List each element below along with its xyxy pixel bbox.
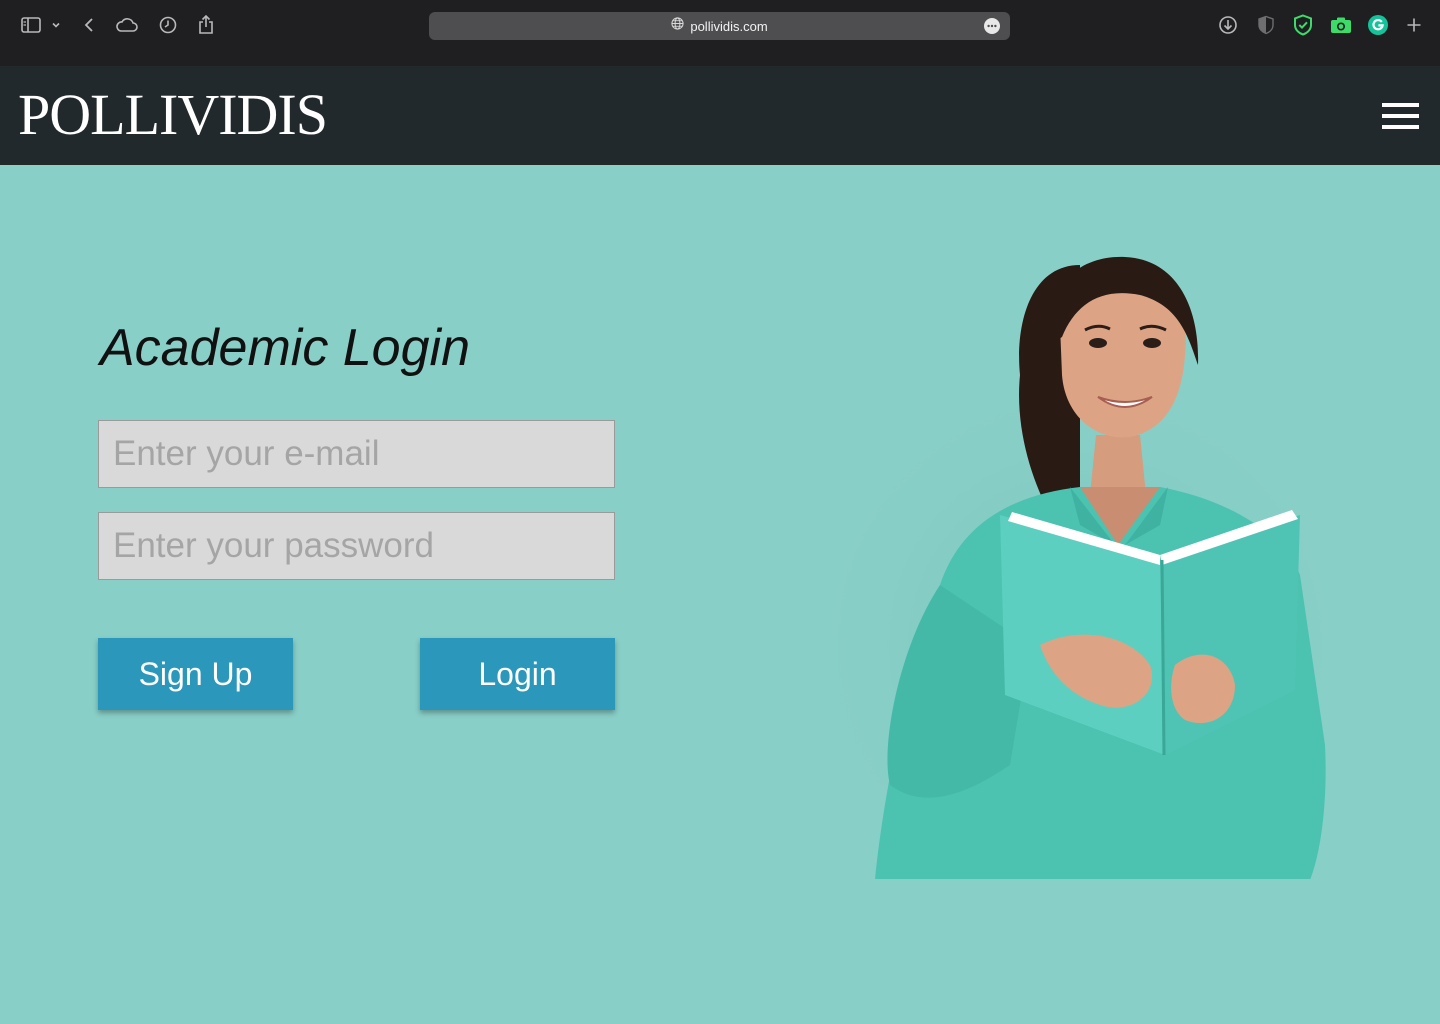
share-icon[interactable] (194, 13, 218, 37)
sign-up-button[interactable]: Sign Up (98, 638, 293, 710)
chevron-down-icon[interactable] (46, 13, 66, 37)
sidebar-icon[interactable] (19, 13, 43, 37)
cloud-icon[interactable] (115, 13, 139, 37)
site-logo[interactable]: POLLIVIDIS (18, 82, 328, 148)
grammarly-icon[interactable] (1366, 13, 1390, 37)
site-header: POLLIVIDIS (0, 66, 1440, 165)
shield-half-icon[interactable] (1254, 13, 1278, 37)
camera-icon[interactable] (1329, 13, 1353, 37)
hero-image (780, 256, 1440, 880)
browser-toolbar: pollividis.com (0, 0, 1440, 66)
shield-check-icon[interactable] (1291, 13, 1315, 37)
login-section: Academic Login Sign Up Login (0, 165, 1440, 1024)
menu-icon[interactable] (1382, 103, 1419, 129)
more-icon[interactable] (984, 18, 1000, 34)
page-title: Academic Login (100, 319, 470, 377)
address-bar[interactable]: pollividis.com (429, 12, 1010, 40)
globe-icon (671, 17, 684, 35)
login-button[interactable]: Login (420, 638, 615, 710)
history-icon[interactable] (156, 13, 180, 37)
back-icon[interactable] (77, 13, 101, 37)
url-text: pollividis.com (690, 18, 768, 34)
email-field[interactable] (98, 420, 615, 488)
download-icon[interactable] (1216, 13, 1240, 37)
plus-icon[interactable] (1402, 13, 1426, 37)
password-field[interactable] (98, 512, 615, 580)
